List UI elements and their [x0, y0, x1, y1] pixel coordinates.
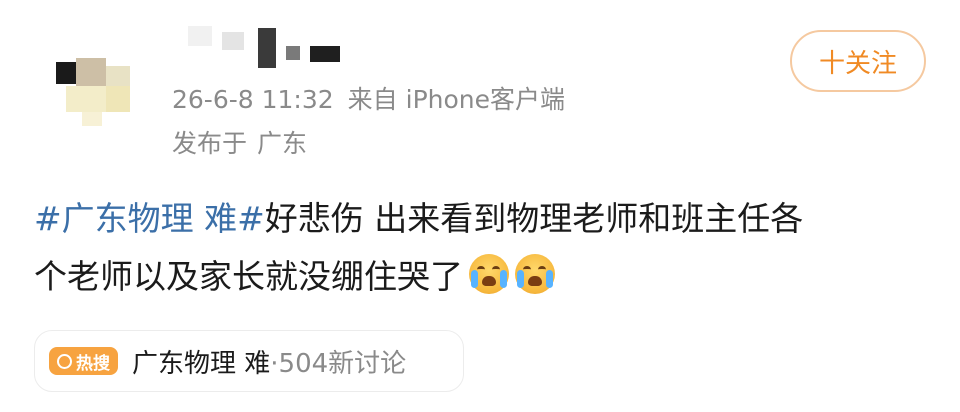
hashtag-link[interactable]: #广东物理 难# — [34, 199, 265, 238]
username-pixel — [222, 32, 244, 50]
avatar-pixel — [82, 112, 102, 126]
avatar-pixel — [76, 58, 106, 88]
username-pixel — [258, 28, 276, 68]
post-location: 发布于 广东 — [172, 124, 307, 160]
username-blurred[interactable] — [160, 22, 360, 72]
follow-button[interactable]: 十关注 — [790, 30, 926, 92]
hot-search-badge: 热搜 — [49, 347, 118, 375]
search-icon — [57, 353, 72, 369]
post-source: 来自 iPhone客户端 — [347, 85, 566, 114]
trending-topic-card[interactable]: 热搜 广东物理 难·504新讨论 — [34, 330, 464, 392]
follow-label: 十关注 — [818, 48, 897, 79]
post-text-line1: 好悲伤 出来看到物理老师和班主任各 — [264, 199, 804, 238]
username-pixel — [286, 46, 300, 60]
post-line-2: 个老师以及家长就没绷住哭了 — [34, 248, 914, 306]
hot-search-label: 热搜 — [76, 353, 110, 374]
post-body: #广东物理 难#好悲伤 出来看到物理老师和班主任各 个老师以及家长就没绷住哭了 — [34, 190, 914, 306]
topic-text: 广东物理 难·504新讨论 — [132, 343, 406, 380]
loudly-crying-face-icon — [515, 254, 555, 294]
username-pixel — [188, 26, 212, 46]
location-value: 广东 — [257, 129, 308, 158]
loudly-crying-face-icon — [469, 254, 509, 294]
username-pixel — [310, 46, 340, 62]
location-prefix: 发布于 — [172, 129, 248, 158]
avatar-pixel — [56, 62, 76, 84]
topic-count: ·504新讨论 — [270, 348, 407, 379]
avatar-pixel — [106, 66, 130, 86]
post-text-line2: 个老师以及家长就没绷住哭了 — [34, 257, 463, 296]
topic-title: 广东物理 难 — [132, 348, 271, 379]
avatar[interactable] — [46, 22, 146, 126]
avatar-pixel — [106, 86, 130, 112]
post-meta: 26-6-8 11:32 来自 iPhone客户端 — [172, 80, 565, 116]
post-line-1: #广东物理 难#好悲伤 出来看到物理老师和班主任各 — [34, 190, 914, 248]
post-time: 26-6-8 11:32 — [172, 85, 334, 114]
avatar-pixel — [66, 86, 106, 112]
